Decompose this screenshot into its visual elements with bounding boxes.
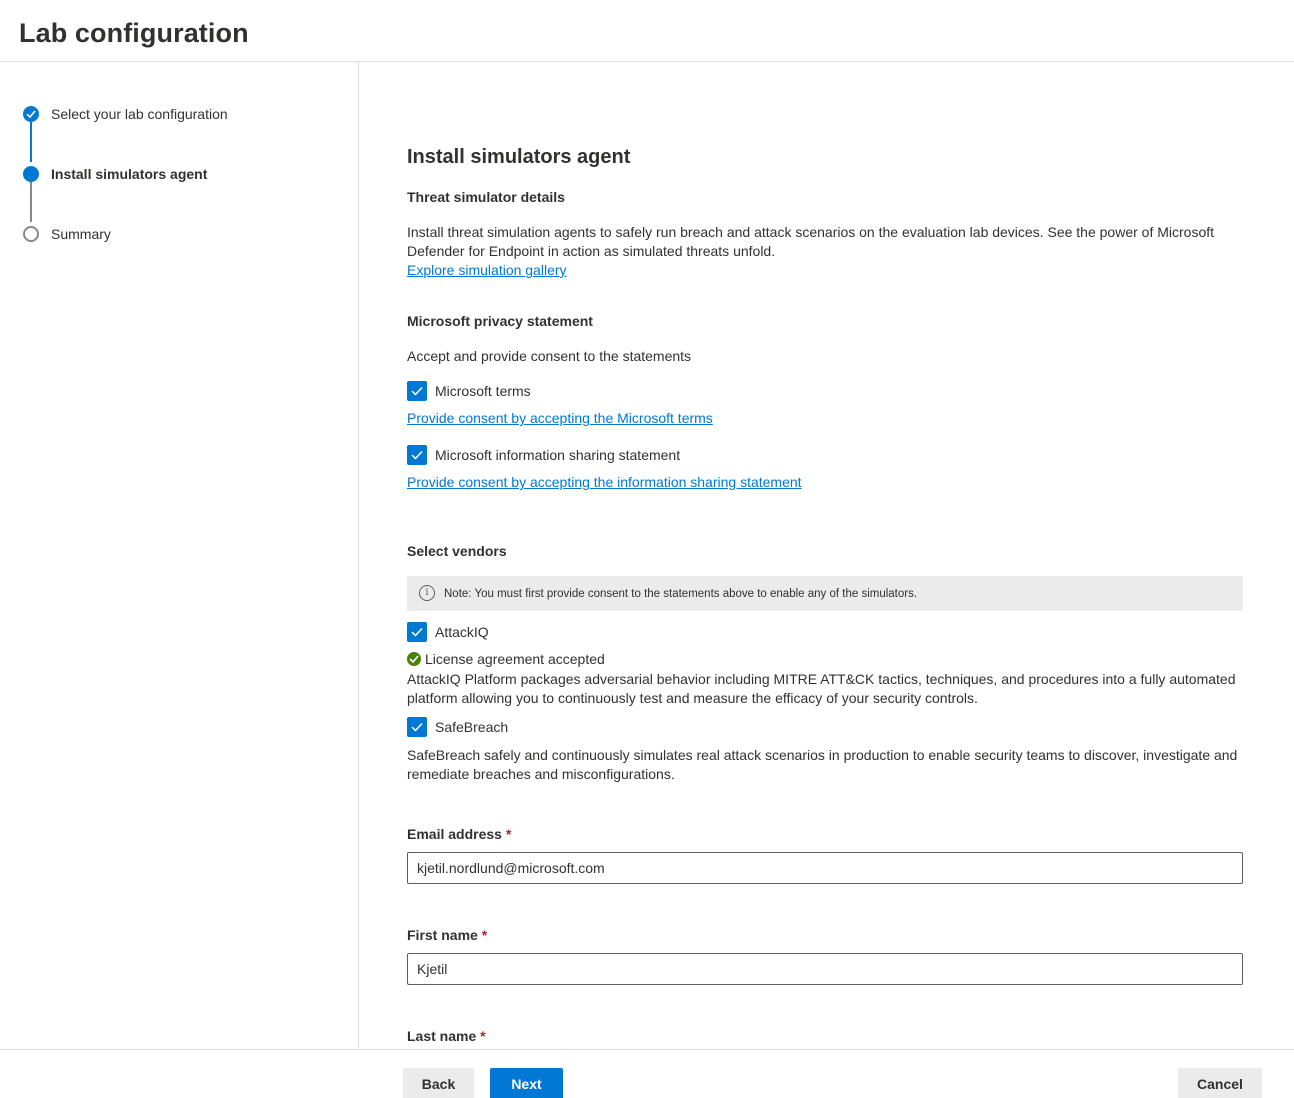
last-name-label: Last name *: [407, 1028, 486, 1044]
first-name-field[interactable]: Kjetil: [407, 953, 1243, 985]
safebreach-description-line1: SafeBreach safely and continuously simul…: [407, 747, 1238, 763]
license-status-text: License agreement accepted: [425, 651, 605, 667]
back-button[interactable]: Back: [403, 1068, 474, 1098]
empty-circle-icon: [23, 226, 39, 242]
step-label: Select your lab configuration: [51, 106, 228, 122]
threat-description-line2: Defender for Endpoint in action as simul…: [407, 243, 776, 259]
email-label: Email address *: [407, 826, 511, 842]
page-title: Lab configuration: [19, 18, 249, 48]
attackiq-description-line2: platform allowing you to continuously te…: [407, 690, 978, 706]
step-connector: [30, 122, 32, 162]
vendors-heading: Select vendors: [407, 543, 507, 559]
step-label: Summary: [51, 226, 111, 242]
next-button[interactable]: Next: [490, 1068, 563, 1098]
first-name-label-text: First name: [407, 927, 478, 943]
microsoft-terms-checkbox[interactable]: Microsoft terms: [407, 381, 531, 401]
microsoft-terms-link[interactable]: Provide consent by accepting the Microso…: [407, 410, 713, 426]
check-circle-icon: [23, 106, 39, 122]
step-summary[interactable]: Summary: [0, 224, 359, 244]
checkbox-checked-icon[interactable]: [407, 381, 427, 401]
footer-bar: Back Next Cancel: [0, 1049, 1294, 1098]
page-header: Lab configuration: [0, 0, 1294, 62]
checkbox-label: Microsoft information sharing statement: [435, 447, 681, 463]
current-step-icon: [23, 166, 39, 182]
checkbox-checked-icon[interactable]: [407, 445, 427, 465]
privacy-intro: Accept and provide consent to the statem…: [407, 348, 692, 364]
privacy-heading: Microsoft privacy statement: [407, 313, 593, 329]
information-sharing-link[interactable]: Provide consent by accepting the informa…: [407, 474, 802, 490]
required-mark: *: [481, 927, 488, 943]
last-name-label-text: Last name: [407, 1028, 477, 1044]
consent-note-banner: i Note: You must first provide consent t…: [407, 576, 1243, 611]
cancel-button[interactable]: Cancel: [1178, 1068, 1262, 1098]
checkbox-checked-icon[interactable]: [407, 622, 427, 642]
email-label-text: Email address: [407, 826, 502, 842]
email-field[interactable]: kjetil.nordlund@microsoft.com: [407, 852, 1243, 884]
step-select-lab-configuration[interactable]: Select your lab configuration: [0, 104, 359, 124]
license-status: License agreement accepted: [407, 651, 605, 667]
threat-description-line1: Install threat simulation agents to safe…: [407, 224, 1215, 240]
attackiq-checkbox[interactable]: AttackIQ: [407, 622, 489, 642]
explore-gallery-link[interactable]: Explore simulation gallery: [407, 262, 567, 278]
main-panel: Install simulators agent Threat simulato…: [360, 62, 1294, 1049]
step-connector: [30, 182, 32, 222]
section-title: Install simulators agent: [407, 146, 631, 168]
information-sharing-checkbox[interactable]: Microsoft information sharing statement: [407, 445, 680, 465]
wizard-steps: Select your lab configuration Install si…: [0, 62, 359, 1049]
required-mark: *: [480, 1028, 486, 1044]
info-icon: i: [419, 585, 435, 601]
checkbox-label: AttackIQ: [435, 624, 489, 640]
required-mark: *: [505, 826, 512, 842]
step-install-simulators-agent[interactable]: Install simulators agent: [0, 164, 359, 184]
note-text: Note: You must first provide consent to …: [444, 587, 918, 600]
step-label: Install simulators agent: [51, 166, 208, 182]
safebreach-description-line2: remediate breaches and misconfigurations…: [407, 766, 675, 782]
threat-heading: Threat simulator details: [407, 189, 565, 205]
first-name-label: First name *: [407, 927, 487, 943]
attackiq-description-line1: AttackIQ Platform packages adversarial b…: [407, 671, 1236, 687]
success-check-icon: [407, 652, 421, 666]
checkbox-label: SafeBreach: [435, 719, 509, 735]
safebreach-checkbox[interactable]: SafeBreach: [407, 717, 508, 737]
checkbox-label: Microsoft terms: [435, 383, 531, 399]
checkbox-checked-icon[interactable]: [407, 717, 427, 737]
